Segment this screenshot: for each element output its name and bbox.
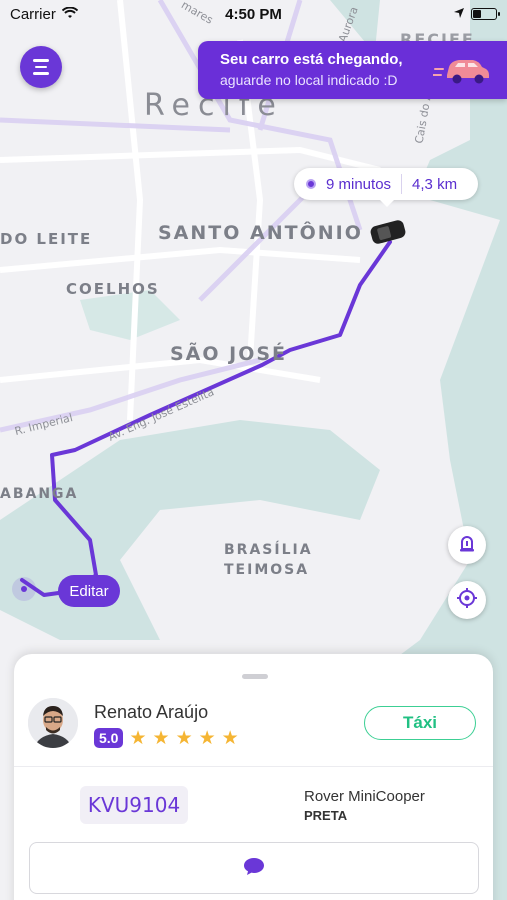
driver-info-sheet: Renato Araújo 5.0 ★ ★ ★ ★ ★ Táxi KVU9104… bbox=[14, 654, 493, 900]
eta-time: 9 minutos bbox=[326, 175, 392, 193]
map-label-brasilia-line1: BRASÍLIA bbox=[224, 542, 313, 558]
sheet-drag-handle[interactable] bbox=[242, 674, 268, 679]
status-bar: Carrier 4:50 PM bbox=[0, 0, 507, 28]
arrival-notification: Seu carro está chegando, aguarde no loca… bbox=[198, 41, 507, 99]
eta-bubble: 9 minutos 4,3 km bbox=[294, 168, 478, 207]
star-icon: ★ bbox=[175, 727, 193, 749]
menu-icon-line bbox=[33, 72, 49, 75]
car-icon bbox=[432, 53, 493, 92]
status-time: 4:50 PM bbox=[225, 5, 282, 23]
alert-button[interactable] bbox=[448, 526, 486, 564]
battery-icon bbox=[471, 8, 500, 20]
locate-me-button[interactable] bbox=[448, 581, 486, 619]
driver-name: Renato Araújo bbox=[94, 702, 209, 722]
alert-icon bbox=[457, 533, 477, 558]
edit-origin-button[interactable]: Editar bbox=[58, 575, 120, 607]
rating-badge: 5.0 bbox=[94, 728, 124, 748]
eta-divider bbox=[401, 174, 403, 194]
map-label-brasilia: BRASÍLIA TEIMOSA bbox=[224, 540, 313, 580]
eta-dot-icon bbox=[306, 179, 316, 189]
chat-icon bbox=[243, 856, 265, 881]
car-model: Rover MiniCooper bbox=[304, 788, 425, 805]
star-icon: ★ bbox=[221, 727, 239, 749]
map-label-coelhos: COELHOS bbox=[66, 280, 160, 298]
license-plate: KVU9104 bbox=[80, 786, 188, 824]
menu-button[interactable] bbox=[20, 46, 62, 88]
eta-distance: 4,3 km bbox=[412, 175, 458, 193]
menu-icon-line bbox=[35, 65, 47, 69]
map-label-do-leite: DO LEITE bbox=[0, 230, 93, 248]
map-label-santo-antonio: SANTO ANTÔNIO bbox=[158, 222, 363, 244]
avatar bbox=[28, 698, 78, 748]
divider bbox=[14, 766, 493, 767]
crosshair-icon bbox=[456, 587, 478, 614]
map-label-brasilia-line2: TEIMOSA bbox=[224, 562, 310, 578]
star-icon: ★ bbox=[129, 727, 147, 749]
chat-button[interactable] bbox=[29, 842, 479, 894]
map-label-sao-jose: SÃO JOSÉ bbox=[170, 343, 288, 365]
menu-icon-line bbox=[33, 59, 49, 62]
star-icon: ★ bbox=[152, 727, 170, 749]
star-icon: ★ bbox=[198, 727, 216, 749]
driver-rating: 5.0 ★ ★ ★ ★ ★ bbox=[94, 728, 239, 748]
service-type-button[interactable]: Táxi bbox=[364, 706, 476, 740]
map-label-abanga: ABANGA bbox=[0, 486, 79, 502]
car-color: PRETA bbox=[304, 808, 348, 823]
